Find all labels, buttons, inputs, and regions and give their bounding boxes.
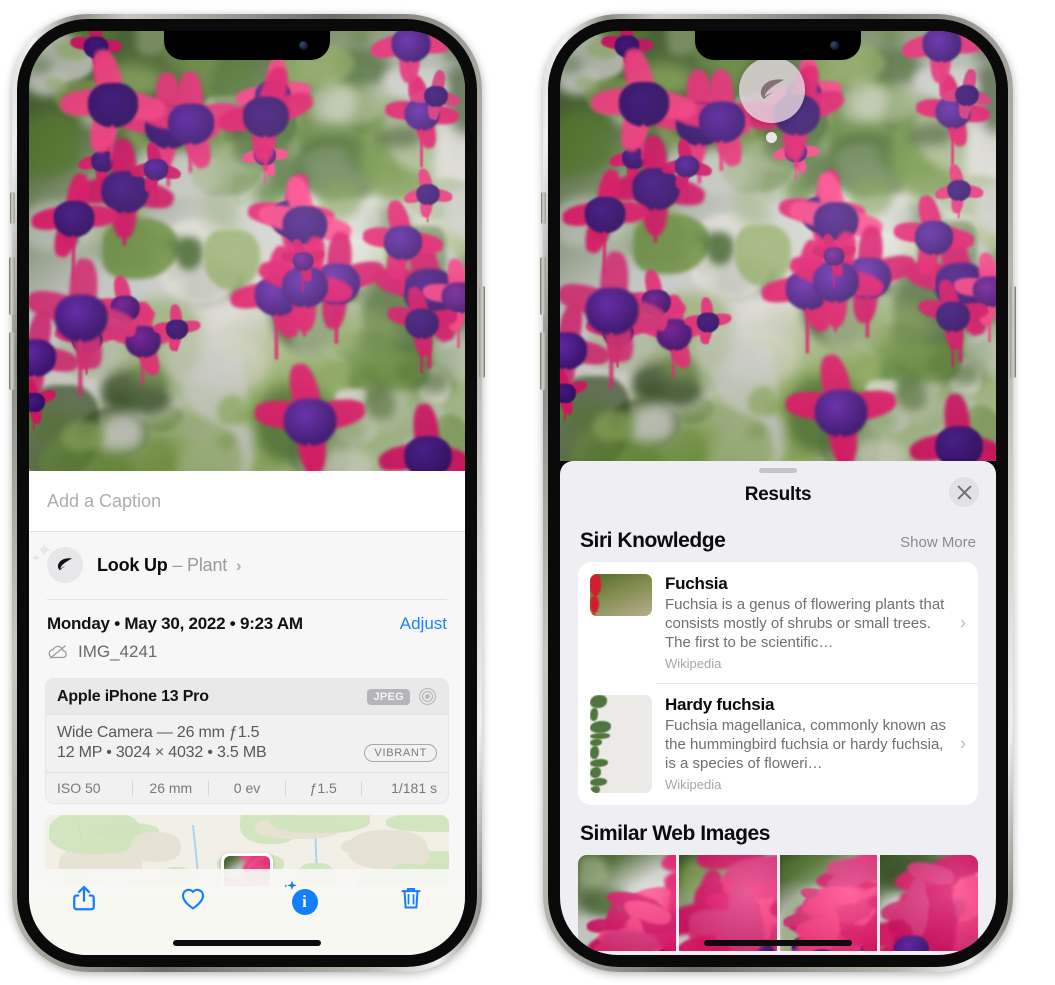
sparkle-small-icon: ✦ bbox=[31, 551, 42, 565]
camera-card-body: Wide Camera — 26 mm ƒ1.5 12 MP • 3024 × … bbox=[46, 715, 448, 772]
look-up-label: Look Up – Plant › bbox=[97, 554, 242, 576]
home-indicator[interactable] bbox=[704, 940, 852, 946]
knowledge-card[interactable]: Fuchsia Fuchsia is a genus of flowering … bbox=[578, 562, 978, 683]
camera-size-row: 12 MP • 3024 × 4032 • 3.5 MB VIBRANT bbox=[57, 744, 437, 762]
exif-ev: 0 ev bbox=[233, 780, 261, 796]
results-title: Results bbox=[744, 484, 812, 505]
photo-canvas[interactable] bbox=[29, 31, 465, 471]
knowledge-thumbnail bbox=[590, 574, 652, 616]
heart-icon[interactable] bbox=[178, 883, 208, 913]
show-more-button[interactable]: Show More bbox=[900, 534, 976, 551]
chevron-right-icon: › bbox=[960, 612, 966, 633]
chevron-right-icon: › bbox=[235, 555, 242, 575]
volume-up-button[interactable] bbox=[540, 257, 546, 315]
front-camera-icon bbox=[299, 41, 308, 50]
web-image-item[interactable] bbox=[880, 855, 978, 952]
web-image-item[interactable] bbox=[779, 855, 878, 952]
exif-iso: ISO 50 bbox=[57, 780, 101, 796]
visual-look-up-badge[interactable] bbox=[739, 57, 805, 123]
left-screen: Add a Caption ✦ ✦ Look Up – Plant › Mond… bbox=[29, 31, 465, 955]
photo-info-sheet: Add a Caption ✦ ✦ Look Up – Plant › Mond… bbox=[29, 471, 465, 955]
exif-row: ISO 50 26 mm 0 ev ƒ1.5 1/181 s bbox=[46, 772, 448, 803]
power-button[interactable] bbox=[1010, 286, 1016, 378]
format-badge: JPEG bbox=[367, 688, 410, 705]
knowledge-thumbnail bbox=[590, 695, 652, 794]
volume-up-button[interactable] bbox=[9, 257, 15, 315]
front-camera-icon bbox=[830, 41, 839, 50]
exif-aperture: ƒ1.5 bbox=[309, 780, 337, 796]
camera-device-name: Apple iPhone 13 Pro bbox=[57, 687, 209, 705]
close-icon bbox=[957, 485, 971, 499]
camera-size-line: 12 MP • 3024 × 4032 • 3.5 MB bbox=[57, 744, 267, 761]
exif-focal: 26 mm bbox=[149, 780, 193, 796]
right-phone: Results Siri Knowledge Show More Fuchsia… bbox=[540, 14, 1016, 972]
web-image-item[interactable] bbox=[678, 855, 777, 952]
siri-knowledge-header: Siri Knowledge Show More bbox=[560, 512, 996, 562]
left-phone: Add a Caption ✦ ✦ Look Up – Plant › Mond… bbox=[9, 14, 485, 972]
photographic-style-badge: VIBRANT bbox=[364, 744, 437, 762]
camera-info-card[interactable]: Apple iPhone 13 Pro JPEG Wide Camera — 2… bbox=[45, 678, 449, 804]
results-sheet: Results Siri Knowledge Show More Fuchsia… bbox=[560, 461, 996, 955]
notch bbox=[164, 31, 330, 60]
look-up-leaf-chip: ✦ ✦ bbox=[31, 540, 83, 583]
right-screen: Results Siri Knowledge Show More Fuchsia… bbox=[560, 31, 996, 955]
info-sparkle-icon[interactable]: i bbox=[283, 880, 318, 915]
look-up-subject: Plant bbox=[187, 554, 228, 575]
info-glyph: i bbox=[291, 889, 318, 915]
trash-icon[interactable] bbox=[396, 883, 426, 913]
photo-filename: IMG_4241 bbox=[78, 642, 158, 661]
date-row: Monday • May 30, 2022 • 9:23 AM Adjust bbox=[29, 600, 465, 638]
caption-placeholder: Add a Caption bbox=[47, 491, 162, 511]
knowledge-title: Hardy fuchsia bbox=[665, 695, 775, 715]
adjust-button[interactable]: Adjust bbox=[400, 614, 447, 634]
chevron-right-icon: › bbox=[960, 733, 966, 754]
photo-date: Monday • May 30, 2022 • 9:23 AM bbox=[47, 614, 303, 633]
knowledge-card[interactable]: Hardy fuchsia Fuchsia magellanica, commo… bbox=[578, 683, 978, 805]
mute-switch[interactable] bbox=[541, 192, 546, 224]
knowledge-description: Fuchsia magellanica, commonly known as t… bbox=[665, 717, 946, 773]
caption-field[interactable]: Add a Caption bbox=[29, 471, 465, 532]
leaf-icon bbox=[760, 78, 784, 99]
leaf-icon bbox=[57, 558, 73, 571]
look-up-dash: – bbox=[172, 554, 183, 575]
photo-canvas[interactable] bbox=[560, 31, 996, 461]
knowledge-source: Wikipedia bbox=[665, 777, 722, 793]
knowledge-title: Fuchsia bbox=[665, 574, 728, 593]
filename-row: IMG_4241 bbox=[29, 638, 465, 676]
volume-down-button[interactable] bbox=[540, 332, 546, 390]
notch bbox=[695, 31, 861, 60]
exif-shutter: 1/181 s bbox=[391, 780, 438, 796]
volume-down-button[interactable] bbox=[9, 332, 15, 390]
similar-web-images-strip[interactable] bbox=[578, 855, 978, 952]
screenshot-stage: Add a Caption ✦ ✦ Look Up – Plant › Mond… bbox=[0, 0, 1055, 985]
camera-lens-line: Wide Camera — 26 mm ƒ1.5 bbox=[57, 724, 260, 741]
web-image-item[interactable] bbox=[578, 855, 676, 952]
similar-web-images-header: Similar Web Images bbox=[560, 805, 996, 855]
aperture-icon bbox=[419, 688, 436, 705]
mute-switch[interactable] bbox=[10, 192, 15, 224]
camera-card-header: Apple iPhone 13 Pro JPEG bbox=[46, 679, 448, 715]
look-up-row[interactable]: ✦ ✦ Look Up – Plant › bbox=[29, 532, 465, 599]
similar-web-images-title: Similar Web Images bbox=[580, 822, 770, 846]
power-button[interactable] bbox=[479, 286, 485, 378]
results-header: Results bbox=[560, 473, 996, 512]
home-indicator[interactable] bbox=[173, 940, 321, 946]
knowledge-source: Wikipedia bbox=[665, 656, 722, 672]
close-button[interactable] bbox=[949, 477, 979, 507]
look-up-title: Look Up bbox=[97, 554, 168, 575]
siri-knowledge-list: Fuchsia Fuchsia is a genus of flowering … bbox=[578, 562, 978, 806]
siri-knowledge-title: Siri Knowledge bbox=[580, 529, 726, 552]
cloud-slash-icon bbox=[48, 645, 67, 659]
badge-anchor-dot bbox=[766, 132, 777, 143]
knowledge-description: Fuchsia is a genus of flowering plants t… bbox=[665, 596, 945, 652]
share-icon[interactable] bbox=[69, 883, 99, 913]
